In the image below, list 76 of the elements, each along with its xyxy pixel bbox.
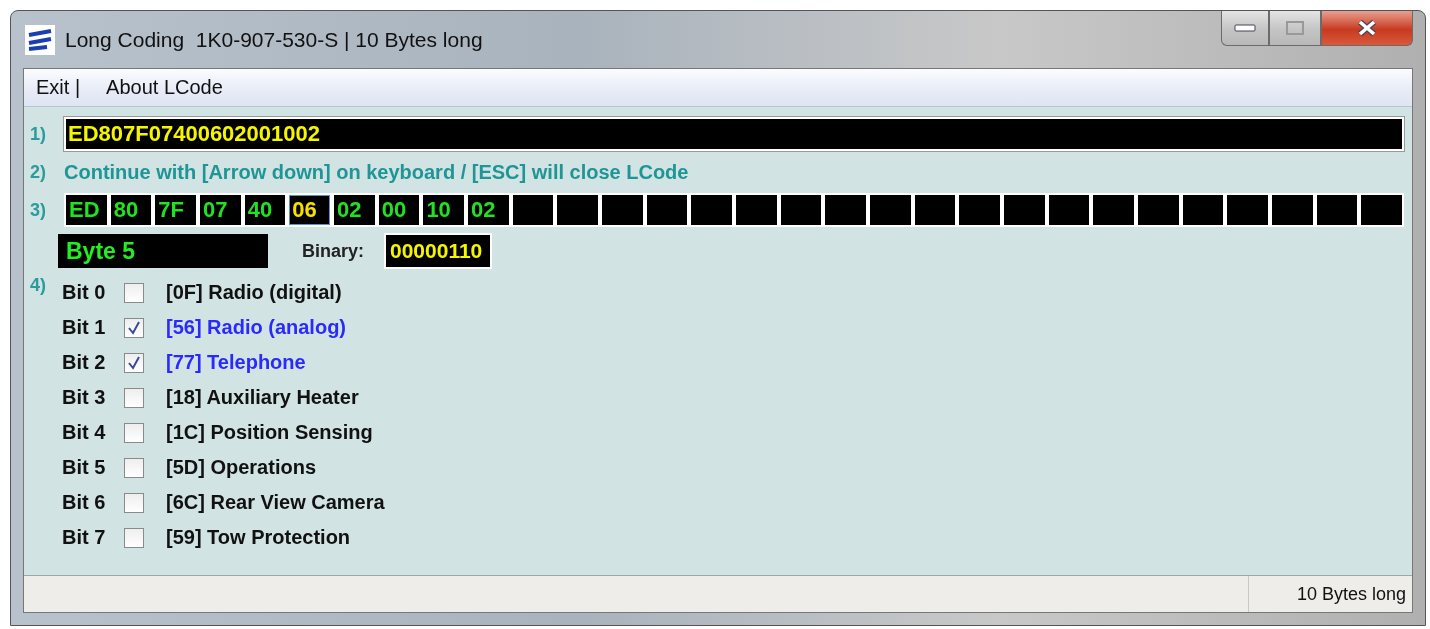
byte-cell[interactable]: ED <box>66 195 107 225</box>
bit-description: [59] Tow Protection <box>166 526 351 549</box>
byte-cell[interactable]: 02 <box>468 195 509 225</box>
bit-description: [56] Radio (analog) <box>166 316 346 339</box>
byte-cell[interactable] <box>1048 195 1090 225</box>
byte-cell[interactable] <box>1004 195 1045 225</box>
checkbox[interactable] <box>124 492 144 513</box>
instruction-text: Continue with [Arrow down] on keyboard / [ESC] will close LCode <box>64 161 689 184</box>
bit-description: [77] Telephone <box>166 351 306 374</box>
step-label: 1) <box>30 123 47 145</box>
status-text: 10 Bytes long <box>1247 576 1412 612</box>
byte-cell[interactable] <box>959 195 1001 225</box>
byte-cell[interactable]: 06 <box>289 195 331 225</box>
window-title: Long Coding 1K0-907-530-S | 10 Bytes long <box>65 27 483 52</box>
byte-cell[interactable] <box>1182 195 1224 225</box>
checkbox[interactable] <box>124 422 144 443</box>
byte-cell[interactable] <box>1138 195 1179 225</box>
bit-label: Bit 0 <box>62 281 107 304</box>
app-logo-icon <box>25 24 55 55</box>
byte-cell[interactable]: 80 <box>110 195 152 225</box>
binary-label: Binary: <box>302 240 364 262</box>
bit-description: [0F] Radio (digital) <box>166 281 342 304</box>
byte-cell[interactable]: 02 <box>334 195 375 225</box>
byte-cell[interactable] <box>780 195 822 225</box>
minimize-button[interactable] <box>1221 11 1269 46</box>
step-label: 2) <box>30 162 47 183</box>
byte-cell[interactable] <box>691 195 733 225</box>
bit-description: [6C] Rear View Camera <box>166 491 385 514</box>
bit-description: [1C] Position Sensing <box>166 421 373 444</box>
bit-description: [18] Auxiliary Heater <box>166 386 359 409</box>
byte-cell[interactable] <box>870 195 911 225</box>
byte-cell[interactable] <box>557 195 599 225</box>
bit-label: Bit 4 <box>62 421 107 444</box>
bit-label: Bit 5 <box>62 456 107 479</box>
maximize-button[interactable] <box>1269 11 1321 46</box>
byte-cell[interactable]: 7F <box>155 195 196 225</box>
byte-cell[interactable] <box>1093 195 1135 225</box>
byte-cell[interactable]: 07 <box>200 195 241 225</box>
checkbox[interactable] <box>124 527 144 548</box>
binary-field: 00000110 <box>384 233 493 269</box>
checkbox[interactable] <box>124 282 144 303</box>
byte-cell[interactable] <box>914 195 956 225</box>
close-button[interactable] <box>1321 11 1413 46</box>
coding-field[interactable]: ED807F07400602001002 <box>64 117 1404 151</box>
close-icon <box>1356 19 1378 37</box>
byte-cell[interactable] <box>512 195 554 225</box>
byte-cell[interactable] <box>1227 195 1269 225</box>
bit-label: Bit 1 <box>62 316 107 339</box>
minimize-icon <box>1234 24 1256 32</box>
bit-label: Bit 7 <box>62 526 107 549</box>
checkbox[interactable] <box>124 457 144 478</box>
bit-label: Bit 6 <box>62 491 107 514</box>
byte-cell[interactable]: 10 <box>423 195 465 225</box>
byte-cell[interactable] <box>825 195 867 225</box>
byte-cell[interactable]: 40 <box>244 195 286 225</box>
step-label: 4) <box>30 275 47 296</box>
bit-label: Bit 2 <box>62 351 107 374</box>
byte-cell[interactable] <box>1272 195 1313 225</box>
bit-label: Bit 3 <box>62 386 107 409</box>
step-label: 3) <box>30 199 47 221</box>
byte-cell[interactable] <box>1361 195 1403 225</box>
checkbox[interactable] <box>124 317 144 338</box>
maximize-icon <box>1285 20 1305 36</box>
checkmark-icon <box>128 320 140 335</box>
menu-item[interactable]: About LCode <box>106 76 223 99</box>
byte-cell[interactable] <box>736 195 777 225</box>
byte-cell[interactable] <box>646 195 688 225</box>
byte-cell[interactable] <box>1316 195 1358 225</box>
byte-indicator: Byte 5 <box>58 234 268 268</box>
bit-description: [5D] Operations <box>166 456 317 479</box>
checkbox[interactable] <box>124 352 144 373</box>
checkmark-icon <box>128 355 140 370</box>
byte-cell[interactable] <box>602 195 643 225</box>
checkbox[interactable] <box>124 387 144 408</box>
menu-item[interactable]: Exit | <box>36 76 81 99</box>
byte-cell[interactable]: 00 <box>378 195 420 225</box>
